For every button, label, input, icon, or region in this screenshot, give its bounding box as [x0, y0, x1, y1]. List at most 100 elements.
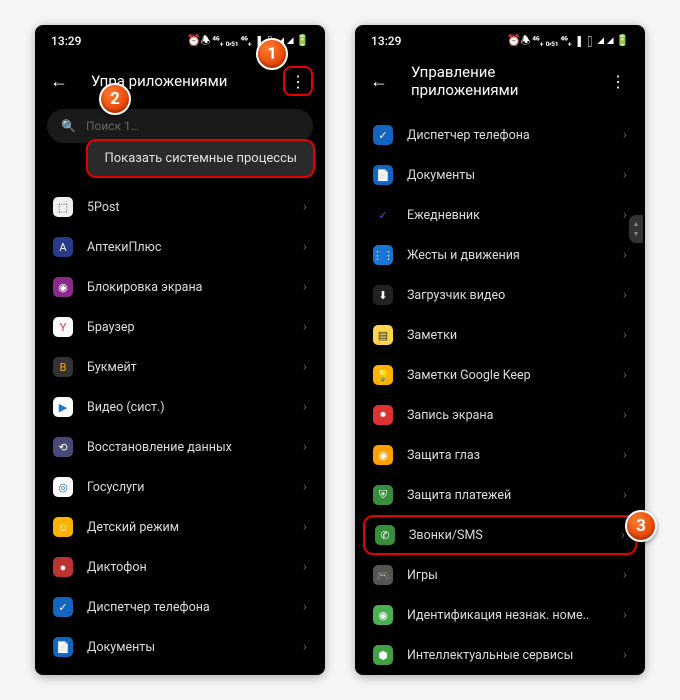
app-icon: ◉ — [373, 445, 393, 465]
app-list: ✓ Диспетчер телефона ›📄Документы› ✓ Ежедневн… — [355, 115, 645, 675]
popup-show-system[interactable]: Показать системные процессы — [86, 139, 315, 178]
app-icon: A — [53, 237, 73, 257]
app-row[interactable]: ▶Видео (сист.)› — [35, 387, 325, 427]
more-menu-button[interactable]: ⋮ — [603, 66, 633, 96]
app-row[interactable]: AАптекиПлюс› — [35, 227, 325, 267]
app-row[interactable]: ◉ Идентификация незнак. номе.. › — [355, 595, 645, 635]
callout-2: 2 — [99, 83, 131, 115]
app-label: 5Post — [87, 200, 289, 215]
app-label: Букмейт — [87, 360, 289, 375]
app-label: Интеллектуальные сервисы — [407, 648, 609, 663]
chevron-right-icon: › — [623, 567, 627, 583]
status-time: 13:29 — [371, 34, 401, 48]
app-label: Игры — [407, 568, 609, 583]
app-list: ⬚5Post›AАптекиПлюс›◉Блокировка экрана›YБ… — [35, 187, 325, 675]
chevron-down-icon: ▼ — [633, 230, 640, 238]
chevron-right-icon: › — [303, 559, 307, 575]
chevron-right-icon: › — [303, 639, 307, 655]
callout-3: 3 — [625, 510, 657, 542]
app-label: Загрузчик видео — [407, 288, 609, 303]
chevron-right-icon: › — [623, 367, 627, 383]
app-label: Документы — [87, 640, 289, 655]
app-label: Видео (сист.) — [87, 400, 289, 415]
app-label: Диспетчер телефона — [407, 128, 609, 143]
app-label: Браузер — [87, 320, 289, 335]
scroll-handle[interactable]: ▲ ▼ — [629, 215, 643, 243]
app-icon: ⬇ — [373, 285, 393, 305]
chevron-right-icon: › — [623, 127, 627, 143]
app-row[interactable]: 🎮Игры› — [355, 555, 645, 595]
app-icon: ◎ — [53, 477, 73, 497]
app-row[interactable]: 📄Документы› — [355, 155, 645, 195]
app-icon: ⬚ — [53, 197, 73, 217]
back-button[interactable]: ← — [47, 69, 71, 93]
chevron-right-icon: › — [623, 167, 627, 183]
search-placeholder: Поиск 1… — [86, 119, 139, 133]
app-row[interactable]: 📄 Документы › — [35, 627, 325, 667]
more-menu-button[interactable]: ⋮ — [283, 66, 313, 96]
search-icon: 🔍 — [61, 119, 76, 133]
app-row[interactable]: ▤Заметки› — [355, 315, 645, 355]
app-label: АптекиПлюс — [87, 240, 289, 255]
page-title: Управление приложениями — [411, 63, 583, 99]
app-icon: ◉ — [373, 605, 393, 625]
app-icon: ☺ — [53, 517, 73, 537]
app-icon: ⛨ — [373, 485, 393, 505]
chevron-right-icon: › — [303, 319, 307, 335]
search-input[interactable]: 🔍 Поиск 1… — [47, 109, 313, 143]
app-row[interactable]: ⟲Восстановление данных› — [35, 427, 325, 467]
app-label: Заметки — [407, 328, 609, 343]
app-row[interactable]: ◉Блокировка экрана› — [35, 267, 325, 307]
chevron-right-icon: › — [623, 607, 627, 623]
app-icon: Y — [53, 317, 73, 337]
chevron-right-icon: › — [623, 327, 627, 343]
app-row[interactable]: ✓Ежедневник› — [35, 667, 325, 675]
app-label: Идентификация незнак. номе.. — [407, 608, 609, 623]
popup-label: Показать системные процессы — [104, 151, 297, 166]
app-label: Восстановление данных — [87, 440, 289, 455]
chevron-right-icon: › — [303, 199, 307, 215]
app-row[interactable]: ✓ Диспетчер телефона › — [355, 115, 645, 155]
chevron-right-icon: › — [303, 519, 307, 535]
app-row[interactable]: ☺ Детский режим › — [35, 507, 325, 547]
chevron-right-icon: › — [623, 207, 627, 223]
back-button[interactable]: ← — [367, 69, 391, 93]
app-row[interactable]: ✓Диспетчер телефона› — [35, 587, 325, 627]
app-row[interactable]: ⛨Защита платежей› — [355, 475, 645, 515]
app-row[interactable]: ●Диктофон› — [35, 547, 325, 587]
app-row[interactable]: ◎Госуслуги› — [35, 467, 325, 507]
app-icon: ✆ — [375, 525, 395, 545]
app-row[interactable]: ⬇Загрузчик видео› — [355, 275, 645, 315]
chevron-right-icon: › — [303, 359, 307, 375]
app-icon: ⟲ — [53, 437, 73, 457]
app-label: Жесты и движения — [407, 248, 609, 263]
app-row[interactable]: 💡 Заметки Google Keep › — [355, 355, 645, 395]
chevron-right-icon: › — [623, 447, 627, 463]
app-label: Ежедневник — [407, 208, 609, 223]
callout-1: 1 — [256, 38, 288, 70]
app-label: Блокировка экрана — [87, 280, 289, 295]
app-label: Детский режим — [87, 520, 289, 535]
app-label: Звонки/SMS — [409, 528, 607, 543]
app-icon: ▶ — [53, 397, 73, 417]
app-icon: 📄 — [53, 637, 73, 657]
app-row[interactable]: ✓Ежедневник› — [355, 195, 645, 235]
app-row[interactable]: Y Браузер › — [35, 307, 325, 347]
left-phone-screen: 13:29 ⏰🕭 ⁴⁶₊ ₀‚₅₁ ⁴⁶₊ ▮▯ ◢ ◢ 🔋 ← Упра ри… — [35, 25, 325, 675]
app-icon: ✓ — [373, 125, 393, 145]
app-icon: 💡 — [373, 365, 393, 385]
app-row[interactable]: ✆Звонки/SMS› — [363, 515, 637, 555]
app-row[interactable]: ◉Защита глаз› — [355, 435, 645, 475]
app-label: Заметки Google Keep — [407, 368, 609, 383]
app-row[interactable]: BБукмейт› — [35, 347, 325, 387]
right-phone-screen: 13:29 ⏰🕭 ⁴⁶₊ ₀‚₅₁ ⁴⁶₊ ▮▯ ◢ ◢ 🔋 ← Управле… — [355, 25, 645, 675]
app-row[interactable]: ⬚ 5Post › — [35, 187, 325, 227]
app-row[interactable]: ⏺Запись экрана› — [355, 395, 645, 435]
chevron-right-icon: › — [623, 407, 627, 423]
status-bar: 13:29 ⏰🕭 ⁴⁶₊ ₀‚₅₁ ⁴⁶₊ ▮▯ ◢ ◢ 🔋 — [355, 25, 645, 57]
app-row[interactable]: ⋮⋮Жесты и движения› — [355, 235, 645, 275]
chevron-right-icon: › — [623, 247, 627, 263]
app-row[interactable]: ⬢Интеллектуальные сервисы› — [355, 635, 645, 675]
app-label: Диспетчер телефона — [87, 600, 289, 615]
chevron-up-icon: ▲ — [633, 220, 640, 228]
